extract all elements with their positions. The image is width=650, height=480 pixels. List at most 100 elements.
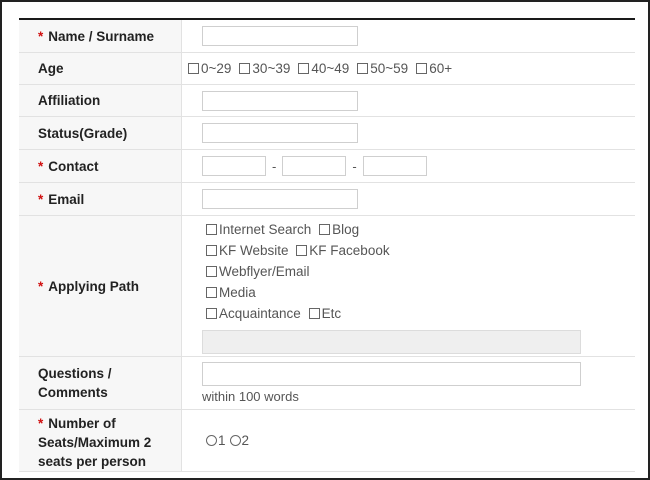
radio-icon[interactable]	[229, 435, 241, 446]
label-seats: * Number of Seats/Maximum 2 seats per per…	[19, 410, 182, 471]
label-age-text: Age	[38, 61, 64, 76]
checkbox-icon[interactable]	[298, 63, 310, 74]
path-option-webflyer-email[interactable]: Webflyer/Email	[206, 261, 310, 282]
path-line: Webflyer/Email	[206, 261, 318, 282]
path-option-media[interactable]: Media	[206, 282, 256, 303]
affiliation-input[interactable]	[202, 90, 358, 111]
path-option-label: KF Facebook	[309, 242, 390, 258]
age-option-label: 60+	[429, 61, 453, 76]
age-option-label: 40~49	[311, 61, 350, 76]
contact-input-3[interactable]	[362, 156, 427, 176]
path-option-label: Acquaintance	[219, 305, 301, 321]
checkbox-icon[interactable]	[308, 307, 320, 319]
label-applying-path-text: Applying Path	[48, 278, 140, 294]
row-seats: * Number of Seats/Maximum 2 seats per per…	[19, 410, 635, 472]
value-status	[182, 117, 635, 149]
value-contact: - -	[182, 150, 635, 182]
label-name: * Name / Surname	[19, 20, 182, 52]
label-contact: * Contact	[19, 150, 182, 182]
value-applying-path: Internet Search Blog KF Website KF Faceb…	[182, 216, 635, 356]
label-questions: Questions / Comments	[19, 357, 182, 409]
contact-separator: -	[272, 158, 277, 174]
age-option-label: 50~59	[370, 61, 409, 76]
label-status: Status(Grade)	[19, 117, 182, 149]
contact-separator: -	[352, 158, 357, 174]
window-frame: * Name / Surname Age 0~29 30~39 40~49 50…	[0, 0, 650, 480]
questions-hint: within 100 words	[202, 389, 299, 404]
path-option-label: Webflyer/Email	[219, 263, 310, 279]
checkbox-icon[interactable]	[206, 307, 217, 319]
checkbox-icon[interactable]	[416, 63, 428, 74]
path-line: Media	[206, 282, 264, 303]
path-option-label: Blog	[332, 221, 360, 237]
path-option-acquaintance[interactable]: Acquaintance	[206, 303, 301, 324]
contact-input-1[interactable]	[202, 156, 266, 176]
application-form: * Name / Surname Age 0~29 30~39 40~49 50…	[19, 18, 635, 472]
checkbox-icon[interactable]	[357, 63, 369, 74]
path-line: Acquaintance Etc	[206, 303, 349, 324]
row-questions: Questions / Comments within 100 words	[19, 357, 635, 410]
row-contact: * Contact - -	[19, 150, 635, 183]
path-option-label: Etc	[321, 305, 342, 321]
label-affiliation-text: Affiliation	[38, 93, 101, 108]
email-input[interactable]	[202, 189, 358, 209]
age-option-40-49[interactable]: 40~49	[298, 61, 349, 76]
age-option-label: 30~39	[252, 61, 291, 76]
path-option-kf-website[interactable]: KF Website	[206, 240, 289, 261]
label-name-text: Name / Surname	[48, 28, 155, 44]
path-option-etc[interactable]: Etc	[308, 303, 342, 324]
questions-input[interactable]	[202, 362, 581, 386]
path-option-blog[interactable]: Blog	[319, 219, 359, 240]
label-seats-text: * Number of Seats/Maximum 2 seats per per…	[38, 414, 171, 471]
path-option-label: KF Website	[219, 242, 289, 258]
checkbox-icon[interactable]	[206, 223, 217, 235]
value-email	[182, 183, 635, 215]
checkbox-icon[interactable]	[206, 286, 217, 298]
value-age: 0~29 30~39 40~49 50~59 60+	[182, 53, 635, 84]
value-affiliation	[182, 85, 635, 116]
checkbox-icon[interactable]	[296, 244, 308, 256]
required-mark: *	[38, 416, 44, 431]
checkbox-icon[interactable]	[188, 63, 199, 74]
row-status: Status(Grade)	[19, 117, 635, 150]
label-questions-text: Questions / Comments	[38, 366, 112, 400]
age-option-60-plus[interactable]: 60+	[416, 61, 452, 76]
row-affiliation: Affiliation	[19, 85, 635, 117]
age-option-30-39[interactable]: 30~39	[239, 61, 290, 76]
path-line: KF Website KF Facebook	[206, 240, 398, 261]
seats-option-label: 2	[241, 433, 250, 448]
status-input[interactable]	[202, 123, 358, 143]
label-affiliation: Affiliation	[19, 85, 182, 116]
label-applying-path: * Applying Path	[19, 216, 182, 356]
path-option-internet-search[interactable]: Internet Search	[206, 219, 311, 240]
seats-option-2[interactable]: 2	[229, 433, 250, 448]
path-option-label: Media	[219, 284, 256, 300]
row-email: * Email	[19, 183, 635, 216]
row-name: * Name / Surname	[19, 20, 635, 53]
checkbox-icon[interactable]	[206, 265, 217, 277]
checkbox-icon[interactable]	[206, 244, 217, 256]
required-mark: *	[38, 158, 44, 174]
radio-icon[interactable]	[206, 435, 217, 446]
value-questions: within 100 words	[182, 357, 635, 409]
value-seats: 1 2	[182, 410, 635, 471]
required-mark: *	[38, 278, 44, 294]
contact-input-2[interactable]	[282, 156, 347, 176]
path-option-label: Internet Search	[219, 221, 312, 237]
seats-option-1[interactable]: 1	[206, 433, 226, 448]
value-name	[182, 20, 635, 52]
etc-input[interactable]	[202, 329, 581, 354]
name-input[interactable]	[202, 26, 358, 46]
checkbox-icon[interactable]	[319, 223, 331, 235]
path-line: Internet Search Blog	[206, 219, 367, 240]
label-contact-text: Contact	[48, 158, 99, 174]
path-option-kf-facebook[interactable]: KF Facebook	[296, 240, 390, 261]
label-status-text: Status(Grade)	[38, 125, 128, 141]
required-mark: *	[38, 191, 44, 207]
row-applying-path: * Applying Path Internet Search Blog KF …	[19, 216, 635, 357]
checkbox-icon[interactable]	[239, 63, 251, 74]
age-option-0-29[interactable]: 0~29	[188, 61, 231, 76]
age-option-50-59[interactable]: 50~59	[357, 61, 408, 76]
required-mark: *	[38, 28, 44, 44]
age-option-label: 0~29	[201, 61, 232, 76]
